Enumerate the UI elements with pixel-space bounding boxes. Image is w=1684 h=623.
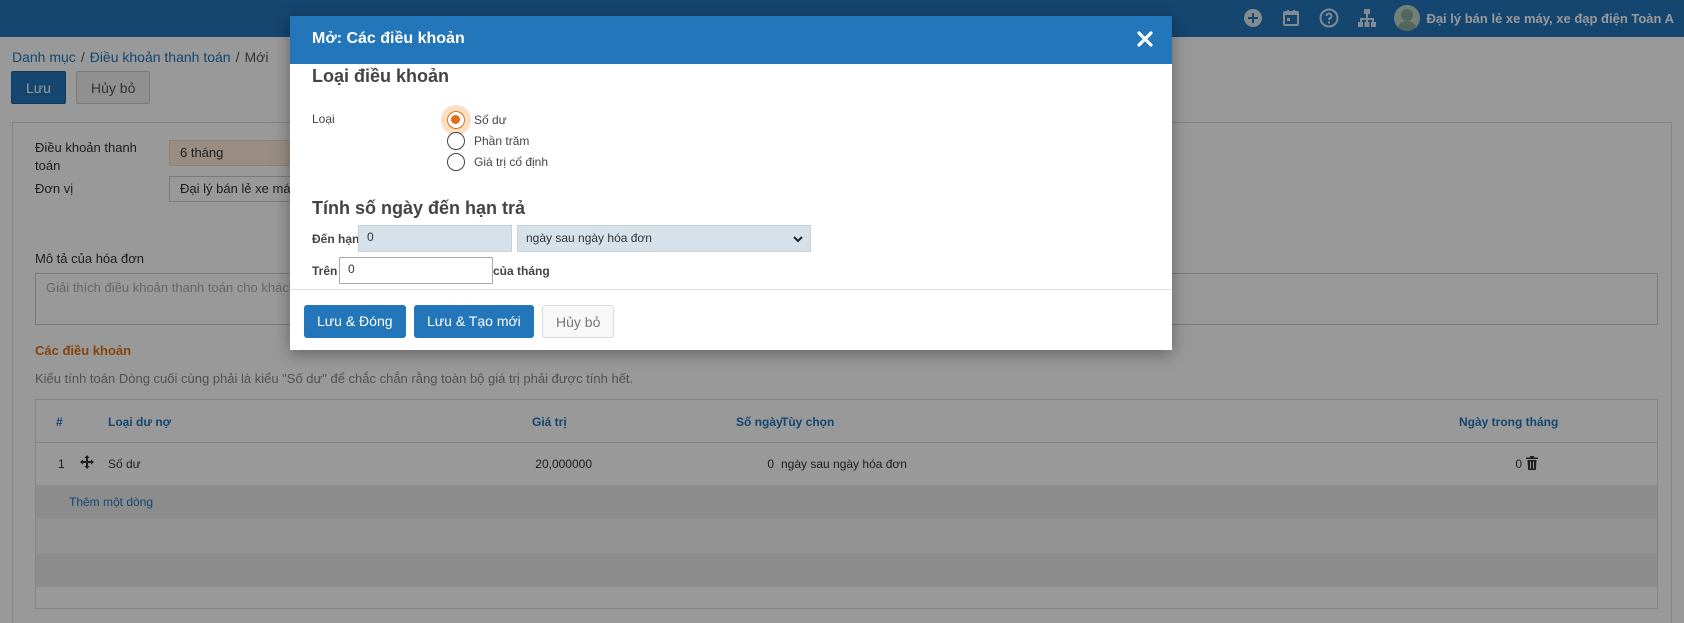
term-type-section-title: Loại điều khoản	[312, 66, 450, 86]
radio-fixed-label: Giá trị cố định	[474, 155, 549, 169]
radio-option-fixed[interactable]: Giá trị cố định	[447, 152, 548, 172]
save-close-button[interactable]: Lưu & Đóng	[304, 305, 406, 338]
radio-balance-label: Số dư	[474, 113, 507, 127]
radio-fixed[interactable]	[447, 153, 465, 171]
radio-percent-label: Phần trăm	[474, 134, 530, 148]
radio-balance[interactable]	[447, 111, 465, 129]
type-label: Loại	[312, 112, 335, 126]
due-option-select[interactable]: ngày sau ngày hóa đơn	[517, 225, 811, 252]
terms-dialog: Mở: Các điều khoản Loại điều khoản Loại …	[290, 16, 1172, 350]
on-label: Trên	[312, 264, 338, 278]
dialog-title: Mở: Các điều khoản	[312, 30, 465, 47]
dialog-footer-divider	[290, 289, 1172, 290]
day-of-month-input[interactable]: 0	[339, 257, 493, 284]
radio-percent[interactable]	[447, 132, 465, 150]
chevron-down-icon	[793, 236, 803, 243]
due-option-value: ngày sau ngày hóa đơn	[526, 231, 652, 245]
of-month-label: của tháng	[493, 264, 550, 278]
due-days-input[interactable]: 0	[358, 225, 512, 252]
due-days-section-title: Tính số ngày đến hạn trả	[312, 198, 526, 218]
radio-option-balance[interactable]: Số dư	[447, 110, 507, 130]
due-label: Đến hạn	[312, 232, 360, 246]
radio-option-percent[interactable]: Phần trăm	[447, 131, 529, 151]
close-icon[interactable]	[1136, 30, 1154, 48]
save-new-button[interactable]: Lưu & Tạo mới	[414, 305, 534, 338]
dialog-discard-button[interactable]: Hủy bỏ	[542, 305, 615, 338]
dialog-header: Mở: Các điều khoản	[290, 16, 1172, 64]
